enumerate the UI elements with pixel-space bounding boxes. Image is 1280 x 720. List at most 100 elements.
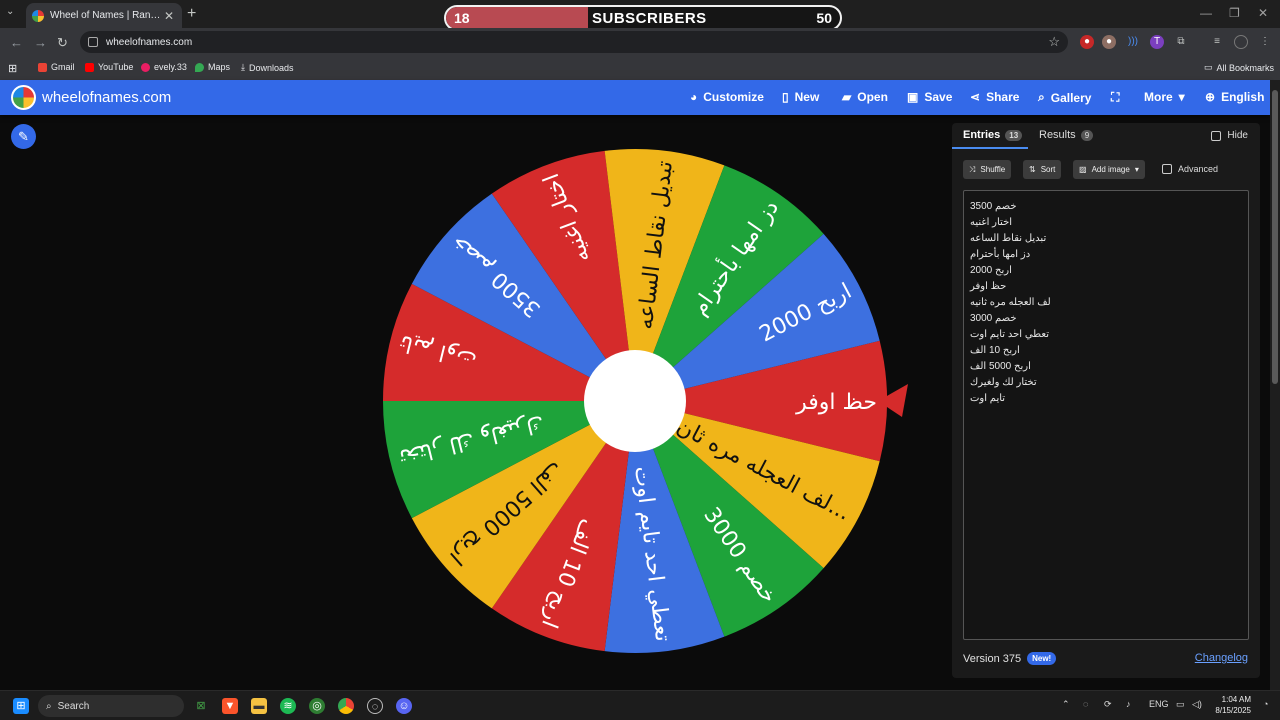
site-header: wheelofnames.com ◕ Customize ▯ New ▰ Open ▣… <box>0 80 1270 115</box>
extensions-puzzle-icon[interactable]: ⧉ <box>1174 35 1188 49</box>
reading-list-icon[interactable]: ≡ <box>1210 35 1224 49</box>
wheel-center-hub[interactable] <box>584 350 686 452</box>
tray-sync-icon[interactable]: ⟳ <box>1104 699 1112 710</box>
minimize-icon[interactable]: — <box>1200 6 1212 20</box>
new-tab-plus-icon[interactable]: + <box>187 5 196 23</box>
page-scrollbar[interactable] <box>1270 80 1280 690</box>
browser-toolbar: ← → ↻ wheelofnames.com ☆ ● ● ))) T ⧉ ≡ ⋮ <box>0 28 1280 56</box>
tab-title: Wheel of Names | Random nam <box>50 10 162 21</box>
xbox-icon[interactable]: ⊠ <box>193 698 209 714</box>
share-button[interactable]: ⋖ Share <box>970 90 1019 104</box>
hide-checkbox[interactable] <box>1211 130 1222 141</box>
spotify-icon[interactable]: ≋ <box>280 698 296 714</box>
file-icon: ▯ <box>782 90 789 104</box>
maximize-icon[interactable]: ❐ <box>1229 6 1240 20</box>
advanced-toggle[interactable]: Advanced <box>1162 164 1218 174</box>
add-image-button[interactable]: ▨ Add image ▾ <box>1073 160 1145 179</box>
entry-line: حظ اوفر <box>970 281 1007 292</box>
extension-purple-icon[interactable]: T <box>1150 35 1164 49</box>
browser-menu-icon[interactable]: ⋮ <box>1258 35 1272 49</box>
bookmark-evely[interactable]: evely.33 <box>141 62 187 72</box>
site-name[interactable]: wheelofnames.com <box>42 89 171 106</box>
entries-panel: Entries 13 Results 9 Hide ⤨ Shuffle ⇅ Sort… <box>952 123 1260 678</box>
open-button[interactable]: ▰ Open <box>842 90 888 104</box>
file-explorer-icon[interactable]: ▬ <box>251 698 267 714</box>
tray-app-icon[interactable]: ◌ <box>1083 699 1088 709</box>
entry-line: اختار اغنيه <box>970 217 1013 228</box>
fullscreen-icon: ⛶ <box>1111 90 1120 104</box>
bookmark-star-icon[interactable]: ☆ <box>1048 34 1060 50</box>
site-info-icon[interactable] <box>88 37 98 47</box>
entry-line: اربح 10 الف <box>970 345 1020 356</box>
taskbar-search[interactable]: ⌕ Search <box>38 695 184 717</box>
windows-start-icon[interactable]: ⊞ <box>13 698 29 714</box>
entry-line: اربح 5000 الف <box>970 361 1031 372</box>
bookmarks-bar: ⊞ Gmail YouTube evely.33 Maps ⤓ Downloads… <box>0 56 1280 80</box>
discord-icon[interactable]: ☺ <box>396 698 412 714</box>
wheel-logo-icon[interactable] <box>11 85 36 110</box>
network-icon[interactable]: ▭ <box>1176 699 1185 710</box>
hide-toggle[interactable]: Hide <box>1211 130 1248 141</box>
close-window-icon[interactable]: ✕ <box>1258 6 1268 20</box>
caret-down-icon: ▾ <box>1134 165 1139 174</box>
folder-open-icon: ▰ <box>842 90 852 104</box>
language-button[interactable]: ⊕ English <box>1205 90 1264 104</box>
bookmark-gmail[interactable]: Gmail <box>38 62 75 72</box>
wheel-of-names[interactable]: حظ اوفرلف العجله مره ثان...خصم 3000تعطي … <box>0 115 950 690</box>
active-tab-indicator <box>952 147 1028 149</box>
language-indicator[interactable]: ENG <box>1149 699 1169 709</box>
entry-line: تبديل نقاط الساعه <box>970 233 1047 244</box>
extension-red-icon[interactable]: ● <box>1080 35 1094 49</box>
changelog-link[interactable]: Changelog <box>1195 652 1248 664</box>
profile-icon[interactable] <box>1234 35 1248 49</box>
show-hidden-icons-chevron[interactable]: ⌃ <box>1062 699 1070 710</box>
entries-textarea[interactable]: خصم 3500 اختار اغنيه تبديل نقاط الساعه دز ا… <box>963 190 1249 640</box>
advanced-checkbox[interactable] <box>1162 164 1172 174</box>
forward-icon[interactable]: → <box>34 35 47 50</box>
close-tab-icon[interactable]: ✕ <box>162 9 176 23</box>
all-bookmarks[interactable]: ▭ All Bookmarks <box>1204 62 1274 73</box>
apps-grid-icon[interactable]: ⊞ <box>8 62 17 75</box>
tab-list-chevron-icon[interactable]: ⌄ <box>6 6 20 20</box>
save-button[interactable]: ▣ Save <box>907 90 952 104</box>
sort-button[interactable]: ⇅ Sort <box>1023 160 1062 179</box>
chrome-icon[interactable] <box>338 698 354 714</box>
bookmark-maps[interactable]: Maps <box>195 62 230 72</box>
shuffle-button[interactable]: ⤨ Shuffle <box>963 160 1012 179</box>
new-badge: New! <box>1027 652 1057 665</box>
entry-line: خصم 3000 <box>970 313 1017 324</box>
scrollbar-thumb[interactable] <box>1272 90 1278 384</box>
tab-results[interactable]: Results 9 <box>1039 129 1094 141</box>
search-icon: ⌕ <box>1038 90 1045 104</box>
notification-bell-icon[interactable]: ◔ <box>1263 699 1268 709</box>
folder-icon: ▭ <box>1204 62 1213 72</box>
customize-button[interactable]: ◕ Customize <box>690 90 764 104</box>
subscriber-label: SUBSCRIBERS <box>592 10 707 27</box>
reload-icon[interactable]: ↻ <box>57 35 68 51</box>
new-button[interactable]: ▯ New <box>782 90 819 104</box>
gallery-button[interactable]: ⌕ Gallery <box>1038 90 1091 105</box>
address-bar[interactable]: wheelofnames.com ☆ <box>80 31 1068 53</box>
youtube-icon <box>85 62 94 72</box>
fullscreen-button[interactable]: ⛶ <box>1111 90 1119 105</box>
windows-taskbar: ⊞ ⌕ Search ⊠ ▼ ▬ ≋ ◎ ◌ ☺ ⌃ ◌ ⟳ ♪ ENG ▭ ◁… <box>0 690 1280 720</box>
volume-icon[interactable]: ◁) <box>1192 699 1202 710</box>
tab-entries[interactable]: Entries 13 <box>963 129 1023 141</box>
microphone-icon[interactable]: ♪ <box>1126 699 1131 709</box>
bookmark-youtube[interactable]: YouTube <box>85 62 133 72</box>
back-icon[interactable]: ← <box>10 35 23 50</box>
palette-icon: ◕ <box>690 90 698 104</box>
globe-icon: ⊕ <box>1205 90 1216 104</box>
more-button[interactable]: More ▾ <box>1144 90 1185 104</box>
chatgpt-icon[interactable]: ◎ <box>309 698 325 714</box>
bookmark-downloads[interactable]: ⤓ Downloads <box>241 62 294 73</box>
browser-tab[interactable]: Wheel of Names | Random nam ✕ <box>26 3 182 28</box>
entry-line: تايم اوت <box>970 393 1006 404</box>
extension-avatar-icon[interactable]: ● <box>1102 35 1116 49</box>
brave-icon[interactable]: ▼ <box>222 698 238 714</box>
obs-icon[interactable]: ◌ <box>367 698 383 714</box>
extension-wave-icon[interactable]: ))) <box>1126 35 1140 49</box>
floppy-icon: ▣ <box>907 90 919 104</box>
url-text: wheelofnames.com <box>106 36 193 48</box>
taskbar-clock[interactable]: 1:04 AM 8/15/2025 <box>1215 694 1251 716</box>
